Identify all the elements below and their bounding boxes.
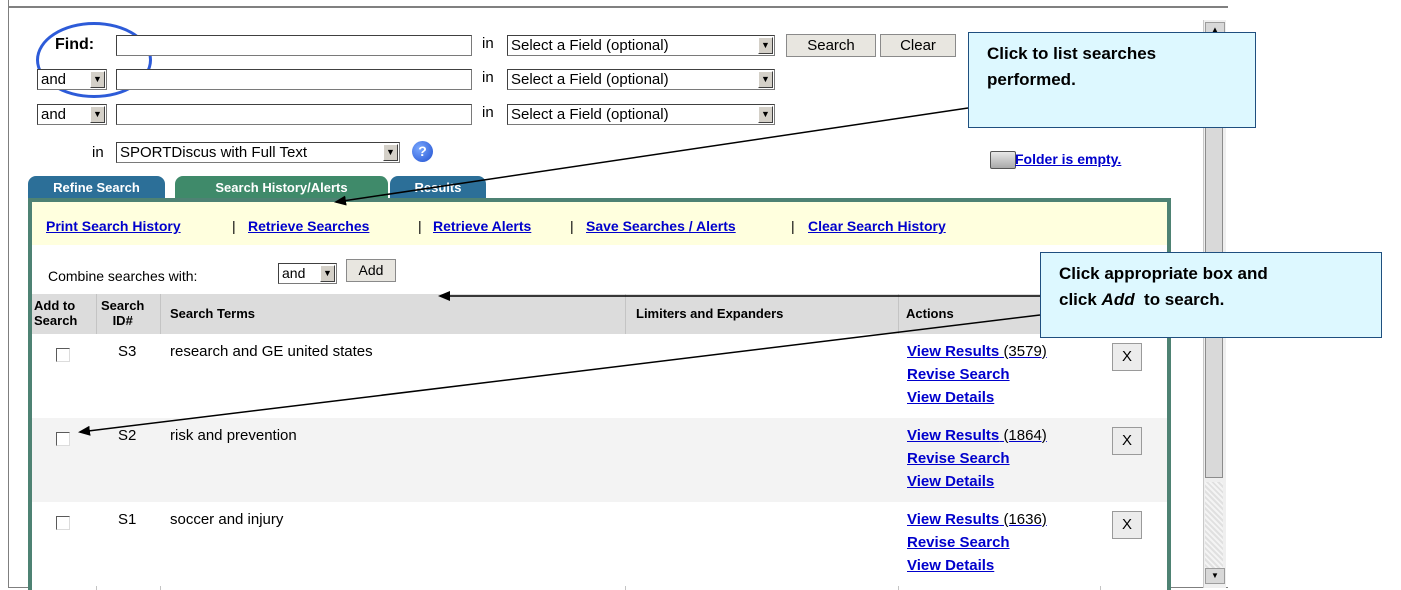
- arrow-to-checkbox: [78, 314, 1041, 436]
- annotation-arrows: [78, 107, 1041, 436]
- arrow-to-history-tab: [334, 107, 969, 206]
